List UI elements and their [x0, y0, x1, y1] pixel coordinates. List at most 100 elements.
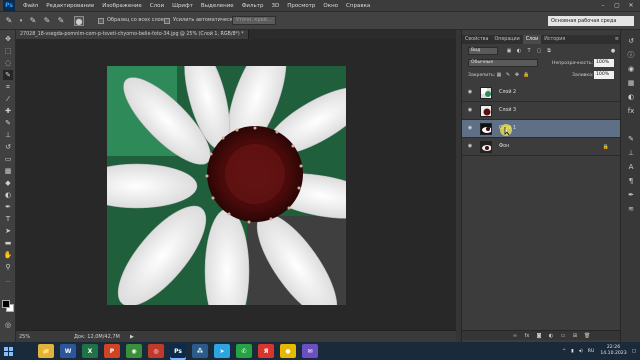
move-tool-icon[interactable]: ✥: [3, 34, 13, 44]
menu-type[interactable]: Шрифт: [172, 3, 193, 9]
filter-smart-object-icon[interactable]: ⧉: [546, 48, 552, 54]
menu-window[interactable]: Окно: [323, 3, 338, 9]
tab-layers[interactable]: Слои: [522, 35, 542, 44]
taskbar-whatsapp-icon[interactable]: ✆: [236, 344, 252, 358]
layer-name[interactable]: Слой 3: [499, 108, 516, 113]
paths-icon[interactable]: ✒: [626, 190, 636, 200]
minimize-button[interactable]: –: [596, 0, 610, 11]
lock-position-icon[interactable]: ✥: [514, 72, 520, 78]
path-selection-tool-icon[interactable]: ➤: [3, 226, 13, 236]
more-tools-icon[interactable]: …: [3, 276, 13, 286]
taskbar-telegram-icon[interactable]: ➤: [214, 344, 230, 358]
chevron-down-icon[interactable]: ▾: [16, 16, 26, 26]
marquee-tool-icon[interactable]: ⬚: [3, 46, 13, 56]
clone-source-icon[interactable]: ⊥: [626, 148, 636, 158]
auto-enhance-checkbox[interactable]: [164, 18, 170, 24]
filter-type-icon[interactable]: T: [526, 48, 532, 54]
new-group-icon[interactable]: ▭: [560, 333, 566, 339]
network-icon[interactable]: ▮: [571, 349, 574, 354]
tray-chevron-icon[interactable]: ^: [562, 349, 566, 354]
filter-shape-icon[interactable]: ▢: [536, 48, 542, 54]
workspace-select[interactable]: Основная рабочая среда: [548, 16, 634, 26]
eye-icon[interactable]: ◉: [467, 108, 473, 113]
add-mask-icon[interactable]: ◙: [536, 333, 542, 339]
taskbar-file-explorer-icon[interactable]: 📁: [38, 344, 54, 358]
subtract-from-selection-icon[interactable]: ✎: [56, 16, 66, 26]
adjustments-icon[interactable]: ◐: [626, 92, 636, 102]
character-icon[interactable]: A: [626, 162, 636, 172]
layer-style-icon[interactable]: fx: [524, 333, 530, 339]
pen-tool-icon[interactable]: ✒: [3, 202, 13, 212]
delete-layer-icon[interactable]: 🗑: [584, 333, 590, 339]
brush-icon[interactable]: ✎: [626, 134, 636, 144]
taskbar-photoshop-icon[interactable]: Ps: [170, 344, 186, 358]
opacity-input[interactable]: 100%: [594, 59, 614, 67]
quick-selection-tool-icon[interactable]: ✎: [4, 16, 14, 26]
layer-row-selected[interactable]: ◉ Слой 1: [462, 120, 621, 138]
paragraph-icon[interactable]: ¶: [626, 176, 636, 186]
notifications-icon[interactable]: ▢: [632, 349, 636, 354]
type-tool-icon[interactable]: T: [3, 214, 13, 224]
menu-layers[interactable]: Слои: [150, 3, 164, 9]
healing-brush-tool-icon[interactable]: ✚: [3, 106, 13, 116]
menu-edit[interactable]: Редактирование: [46, 3, 94, 9]
status-menu-arrow-icon[interactable]: ▶: [130, 334, 134, 340]
channels-icon[interactable]: ≋: [626, 204, 636, 214]
refine-edge-button[interactable]: Уточн. край...: [232, 16, 276, 25]
tab-properties[interactable]: Свойства: [462, 35, 491, 44]
layer-filter-select[interactable]: Вид: [468, 47, 498, 55]
taskbar-network-icon[interactable]: ⁂: [192, 344, 208, 358]
taskbar-word-icon[interactable]: W: [60, 344, 76, 358]
shape-tool-icon[interactable]: ▬: [3, 238, 13, 248]
lock-transparent-icon[interactable]: ▦: [496, 72, 502, 78]
layer-row[interactable]: ◉ Слой 2: [462, 84, 621, 102]
clone-stamp-tool-icon[interactable]: ⊥: [3, 130, 13, 140]
eye-icon[interactable]: ◉: [467, 90, 473, 95]
lock-image-icon[interactable]: ✎: [505, 72, 511, 78]
lasso-tool-icon[interactable]: ◌: [3, 58, 13, 68]
taskbar-chrome-icon[interactable]: ◉: [126, 344, 142, 358]
document-tab[interactable]: 27028_18-vsegda-pomnim-com-p-tsveti-chyo…: [16, 30, 249, 39]
zoom-level[interactable]: 25%: [19, 334, 30, 340]
menu-help[interactable]: Справка: [346, 3, 370, 9]
taskbar-viber-icon[interactable]: ✉: [302, 344, 318, 358]
canvas-area[interactable]: [16, 39, 456, 330]
history-icon[interactable]: ↺: [626, 36, 636, 46]
filter-toggle-icon[interactable]: ●: [610, 48, 616, 54]
close-button[interactable]: ✕: [624, 0, 638, 11]
brush-picker-icon[interactable]: ●: [74, 16, 84, 26]
brush-tool-icon[interactable]: ✎: [3, 118, 13, 128]
layer-row[interactable]: ◉ Слой 3: [462, 102, 621, 120]
quick-mask-icon[interactable]: ◎: [3, 320, 13, 330]
language-indicator[interactable]: RU: [588, 349, 595, 354]
blur-tool-icon[interactable]: ◆: [3, 178, 13, 188]
eraser-tool-icon[interactable]: ▭: [3, 154, 13, 164]
zoom-tool-icon[interactable]: ⚲: [3, 262, 13, 272]
tab-actions[interactable]: Операции: [491, 35, 522, 44]
clock[interactable]: 22:26 14.10.2023: [600, 345, 626, 357]
menu-view[interactable]: Просмотр: [287, 3, 315, 9]
start-button[interactable]: [0, 342, 16, 360]
taskbar-app-yellow-icon[interactable]: ●: [280, 344, 296, 358]
foreground-color-swatch[interactable]: [2, 300, 10, 308]
layer-name[interactable]: Фон: [499, 144, 509, 149]
taskbar-powerpoint-icon[interactable]: P: [104, 344, 120, 358]
swatches-icon[interactable]: ▦: [626, 78, 636, 88]
lock-all-icon[interactable]: 🔒: [523, 72, 529, 78]
adjustment-layer-icon[interactable]: ◐: [548, 333, 554, 339]
tab-history[interactable]: История: [541, 35, 568, 44]
volume-icon[interactable]: ◂): [579, 349, 583, 354]
fill-input[interactable]: 100%: [594, 71, 614, 79]
maximize-button[interactable]: ▢: [610, 0, 624, 11]
layer-name[interactable]: Слой 2: [499, 90, 516, 95]
eye-icon[interactable]: ◉: [467, 144, 473, 149]
hand-tool-icon[interactable]: ✋: [3, 250, 13, 260]
blend-mode-select[interactable]: Обычные: [468, 59, 538, 67]
eyedropper-tool-icon[interactable]: ⁄: [3, 94, 13, 104]
taskbar-yandex-browser-icon[interactable]: ◎: [148, 344, 164, 358]
menu-image[interactable]: Изображение: [102, 3, 142, 9]
new-layer-icon[interactable]: ⊞: [572, 333, 578, 339]
taskbar-excel-icon[interactable]: X: [82, 344, 98, 358]
eye-icon[interactable]: ◉: [467, 126, 473, 131]
crop-tool-icon[interactable]: ⌗: [3, 82, 13, 92]
